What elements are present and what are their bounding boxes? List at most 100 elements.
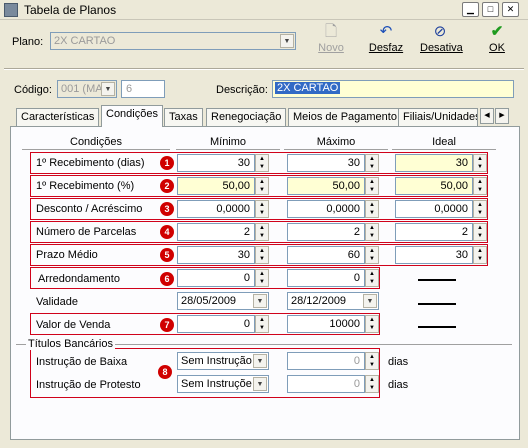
spinner[interactable]: ▲ ▼ — [255, 269, 269, 287]
spinner[interactable]: ▲ ▼ — [473, 154, 487, 172]
spinner[interactable]: ▲ ▼ — [365, 223, 379, 241]
descricao-field[interactable]: 2X CARTAO — [272, 80, 514, 98]
value: 0 — [353, 378, 360, 390]
maximize-button[interactable]: □ — [482, 2, 499, 17]
max-1o-recebimento-pct[interactable]: 50,00 — [287, 177, 365, 195]
row-label-desconto-acrescimo: Desconto / Acréscimo — [36, 203, 143, 215]
value: 2 — [353, 226, 360, 238]
chevron-down-icon[interactable]: ▼ — [253, 377, 267, 391]
spinner[interactable]: ▲ ▼ — [255, 200, 269, 218]
tab-meios-pagamento[interactable]: Meios de Pagamento — [288, 108, 402, 126]
min-1o-recebimento-dias[interactable]: 30 — [177, 154, 255, 172]
max-desconto-acrescimo[interactable]: 0,0000 — [287, 200, 365, 218]
plano-select[interactable]: 2X CARTAO ▼ — [50, 32, 296, 50]
spinner[interactable]: ▲ ▼ — [473, 177, 487, 195]
min-valor-venda[interactable]: 0 — [177, 315, 255, 333]
descricao-label: Descrição: — [216, 84, 268, 96]
min-arredondamento[interactable]: 0 — [177, 269, 255, 287]
value: 30 — [455, 157, 468, 169]
tab-scroll-right-icon[interactable]: ▶ — [495, 108, 509, 124]
new-document-icon: 🗋 — [324, 23, 338, 40]
min-numero-parcelas[interactable]: 2 — [177, 223, 255, 241]
spinner[interactable]: ▲ ▼ — [255, 154, 269, 172]
spinner[interactable]: ▲ ▼ — [255, 315, 269, 333]
ideal-desconto-acrescimo[interactable]: 0,0000 — [395, 200, 473, 218]
max-validade-date[interactable]: 28/12/2009 ▼ — [287, 292, 379, 310]
spinner[interactable]: ▲ ▼ — [365, 375, 379, 393]
value: Sem Instrução — [181, 355, 252, 367]
novo-label: Novo — [318, 42, 344, 54]
desfaz-button[interactable]: ↶ Desfaz — [366, 24, 406, 58]
protesto-dias-field[interactable]: 0 — [287, 375, 365, 393]
value: 30 — [455, 249, 468, 261]
spinner[interactable]: ▲ ▼ — [255, 246, 269, 264]
min-validade-date[interactable]: 28/05/2009 ▼ — [177, 292, 269, 310]
codigo-select[interactable]: 001 (MA ▼ — [57, 80, 117, 98]
value: 0 — [243, 272, 250, 284]
badge-1: 1 — [160, 156, 174, 170]
max-prazo-medio[interactable]: 60 — [287, 246, 365, 264]
min-1o-recebimento-pct[interactable]: 50,00 — [177, 177, 255, 195]
max-arredondamento[interactable]: 0 — [287, 269, 365, 287]
app-icon — [4, 3, 18, 17]
value: Sem Instruções — [181, 378, 252, 390]
spinner[interactable]: ▲ ▼ — [365, 246, 379, 264]
row-label-prazo-medio: Prazo Médio — [36, 249, 98, 261]
chevron-down-icon[interactable]: ▼ — [253, 354, 267, 368]
tab-filiais-unidades[interactable]: Filiais/Unidades — [398, 108, 478, 126]
max-1o-recebimento-dias[interactable]: 30 — [287, 154, 365, 172]
chevron-down-icon[interactable]: ▼ — [253, 294, 267, 308]
spinner[interactable]: ▲ ▼ — [255, 177, 269, 195]
max-numero-parcelas[interactable]: 2 — [287, 223, 365, 241]
value: 50,00 — [440, 180, 468, 192]
undo-icon: ↶ — [379, 23, 393, 40]
desativa-button[interactable]: ⊘ Desativa — [420, 24, 463, 58]
row-label-valor-venda: Valor de Venda — [36, 319, 111, 331]
spinner[interactable]: ▲ ▼ — [365, 315, 379, 333]
spinner[interactable]: ▲ ▼ — [365, 269, 379, 287]
ideal-1o-recebimento-pct[interactable]: 50,00 — [395, 177, 473, 195]
chevron-down-icon[interactable]: ▼ — [280, 34, 294, 48]
instrucao-baixa-select[interactable]: Sem Instrução ▼ — [177, 352, 269, 370]
plano-label: Plano: — [12, 36, 44, 48]
instrucao-baixa-label: Instrução de Baixa — [36, 356, 128, 368]
ideal-1o-recebimento-dias[interactable]: 30 — [395, 154, 473, 172]
spinner[interactable]: ▲ ▼ — [473, 246, 487, 264]
spinner[interactable]: ▲ ▼ — [365, 352, 379, 370]
min-prazo-medio[interactable]: 30 — [177, 246, 255, 264]
close-button[interactable]: ✕ — [502, 2, 519, 17]
baixa-dias-field[interactable]: 0 — [287, 352, 365, 370]
ok-label: OK — [489, 42, 505, 54]
spinner[interactable]: ▲ ▼ — [365, 200, 379, 218]
ideal-prazo-medio[interactable]: 30 — [395, 246, 473, 264]
value: 2 — [461, 226, 468, 238]
value: 60 — [347, 249, 360, 261]
tab-renegociacao[interactable]: Renegociação — [206, 108, 287, 126]
minimize-button[interactable]: ▁ — [462, 2, 479, 17]
spinner[interactable]: ▲ ▼ — [365, 154, 379, 172]
value: 50,00 — [332, 180, 360, 192]
tab-scroll-left-icon[interactable]: ◀ — [480, 108, 494, 124]
badge-8: 8 — [158, 365, 172, 379]
spinner[interactable]: ▲ ▼ — [473, 200, 487, 218]
value: 30 — [237, 249, 250, 261]
spinner[interactable]: ▲ ▼ — [473, 223, 487, 241]
instrucao-protesto-select[interactable]: Sem Instruções ▼ — [177, 375, 269, 393]
row-label-validade: Validade — [36, 296, 78, 308]
tab-condicoes[interactable]: Condições — [101, 105, 163, 127]
ideal-numero-parcelas[interactable]: 2 — [395, 223, 473, 241]
chevron-down-icon[interactable]: ▼ — [363, 294, 377, 308]
tab-caracteristicas[interactable]: Características — [16, 108, 100, 126]
row-label-arredondamento: Arredondamento — [38, 273, 120, 285]
codigo-number-field[interactable]: 6 — [121, 80, 165, 98]
tab-taxas[interactable]: Taxas — [164, 108, 203, 126]
novo-button[interactable]: 🗋 Novo — [311, 24, 351, 58]
value: 10000 — [329, 318, 360, 330]
ok-button[interactable]: ✔ OK — [477, 24, 517, 58]
chevron-down-icon[interactable]: ▼ — [101, 82, 115, 96]
max-valor-venda[interactable]: 10000 — [287, 315, 365, 333]
min-desconto-acrescimo[interactable]: 0,0000 — [177, 200, 255, 218]
ideal-valor-venda-empty — [418, 326, 456, 328]
spinner[interactable]: ▲ ▼ — [365, 177, 379, 195]
spinner[interactable]: ▲ ▼ — [255, 223, 269, 241]
